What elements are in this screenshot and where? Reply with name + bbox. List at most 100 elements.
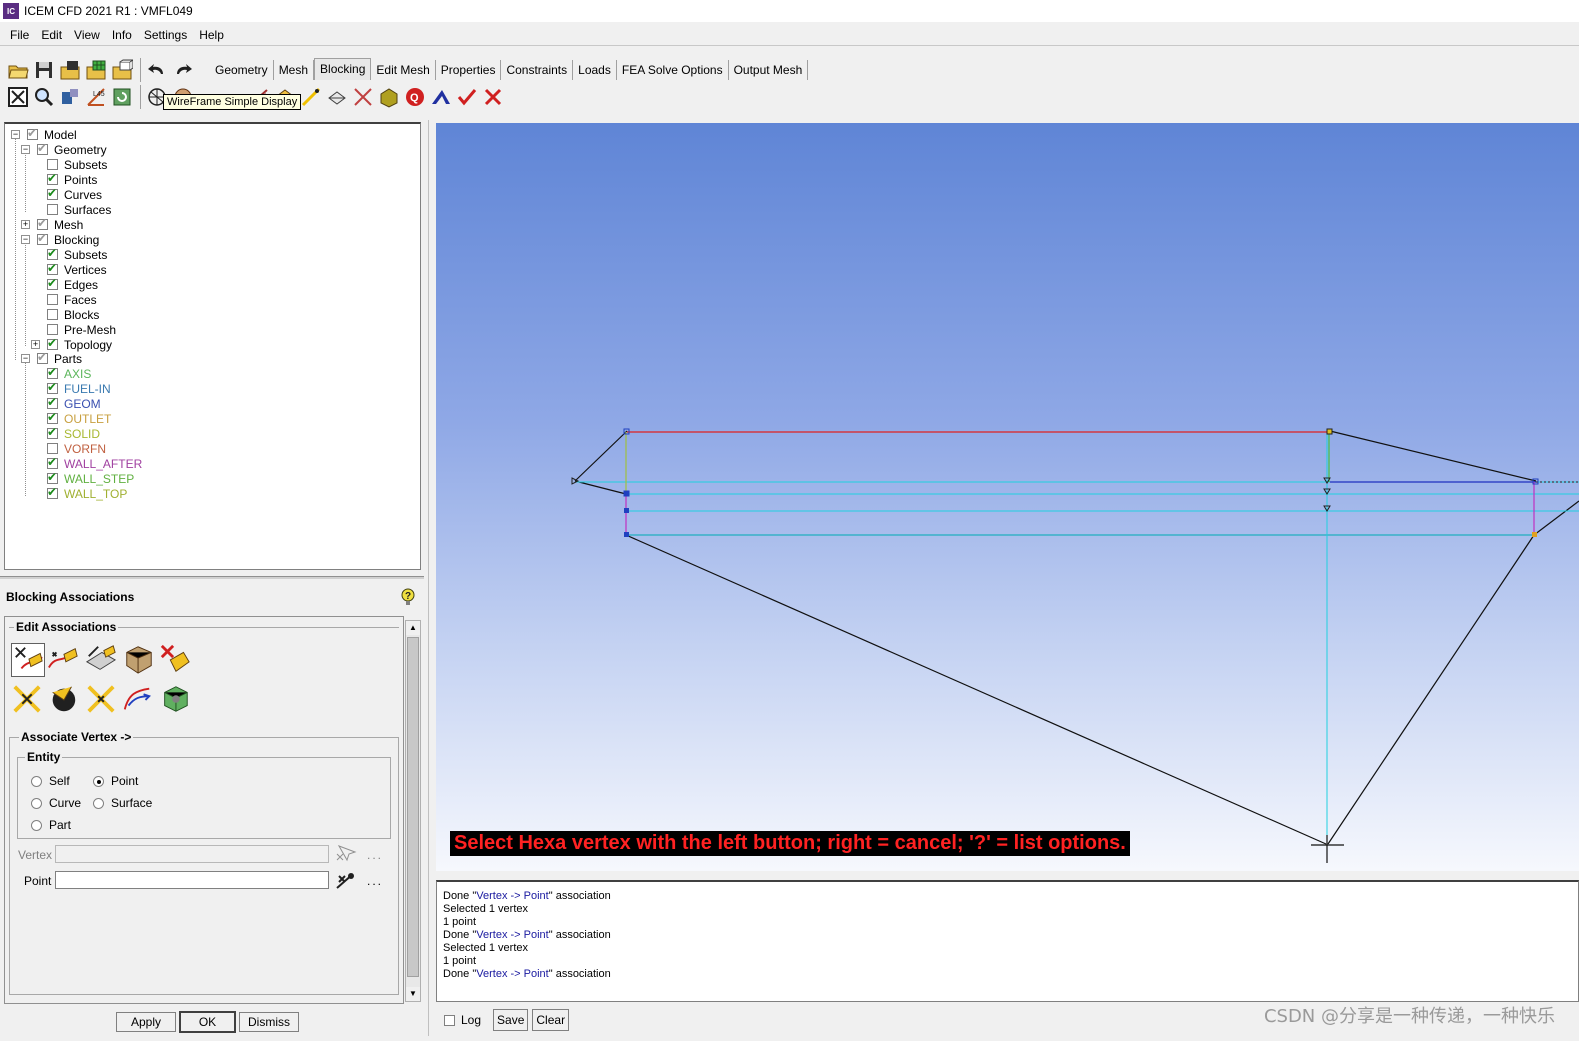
zoom-box-icon[interactable] — [32, 85, 56, 109]
redo-icon[interactable] — [171, 58, 195, 82]
part-checkbox[interactable] — [47, 455, 58, 469]
premesh-checkbox[interactable] — [47, 324, 58, 335]
faces-checkbox[interactable] — [47, 294, 58, 305]
geometry-checkbox[interactable] — [37, 141, 48, 155]
tree-item-parts[interactable]: Parts — [37, 350, 82, 366]
tree-item-blocking[interactable]: Blocking — [37, 231, 99, 247]
tools-icon[interactable] — [351, 85, 375, 109]
part-checkbox[interactable] — [47, 410, 58, 424]
measure-angle-icon[interactable]: L45 — [84, 85, 108, 109]
tree-item-part[interactable]: FUEL-IN — [47, 380, 111, 396]
help-icon[interactable]: ? — [400, 588, 416, 606]
tree-item-geometry-subsets[interactable]: Subsets — [47, 157, 107, 172]
tab-constraints[interactable]: Constraints — [501, 60, 574, 80]
select-vertex-icon[interactable] — [335, 844, 357, 864]
point-more-button[interactable]: ... — [367, 874, 383, 888]
mesh-checkbox[interactable] — [37, 216, 48, 230]
tree-item-part[interactable]: GEOM — [47, 395, 101, 411]
block-color-icon[interactable] — [377, 85, 401, 109]
tree-item-part[interactable]: SOLID — [47, 425, 100, 441]
measure-distance-icon[interactable] — [58, 85, 82, 109]
tree-item-geometry[interactable]: Geometry — [37, 141, 107, 157]
open-geometry-icon[interactable] — [58, 58, 82, 82]
parts-checkbox[interactable] — [37, 350, 48, 364]
part-checkbox[interactable] — [47, 380, 58, 394]
expand-topology-toggle[interactable]: + — [31, 340, 40, 349]
scroll-down-icon[interactable]: ▼ — [406, 987, 420, 1001]
log-checkbox[interactable] — [444, 1014, 455, 1026]
menu-file[interactable]: File — [4, 28, 35, 42]
associate-vertex-icon[interactable] — [11, 643, 45, 677]
entity-curve-radio[interactable]: Curve — [31, 796, 81, 810]
tree-item-mesh[interactable]: Mesh — [37, 216, 83, 232]
tree-item-vertices[interactable]: Vertices — [47, 261, 107, 277]
associate-edge-surface-icon[interactable] — [85, 643, 119, 677]
check-blocks-icon[interactable] — [455, 85, 479, 109]
tree-item-surfaces[interactable]: Surfaces — [47, 202, 111, 217]
open-project-icon[interactable] — [6, 58, 30, 82]
part-checkbox[interactable] — [47, 443, 58, 454]
quality-histogram-icon[interactable]: Q — [403, 85, 427, 109]
ok-button[interactable]: OK — [179, 1011, 236, 1033]
associate-face-surface-icon[interactable] — [123, 643, 157, 677]
delete-blocks-icon[interactable] — [481, 85, 505, 109]
point-field[interactable] — [55, 871, 329, 889]
tree-item-points[interactable]: Points — [47, 171, 97, 187]
tree-item-blocking-subsets[interactable]: Subsets — [47, 246, 107, 262]
entity-self-radio[interactable]: Self — [31, 774, 70, 788]
part-checkbox[interactable] — [47, 470, 58, 484]
tree-item-part[interactable]: WALL_TOP — [47, 485, 127, 501]
scroll-up-icon[interactable]: ▲ — [406, 621, 420, 635]
open-mesh-icon[interactable] — [84, 58, 108, 82]
part-checkbox[interactable] — [47, 485, 58, 499]
pre-mesh-icon[interactable] — [429, 85, 453, 109]
reset-associations-icon[interactable] — [85, 683, 119, 717]
save-project-icon[interactable] — [32, 58, 56, 82]
points-checkbox[interactable] — [47, 171, 58, 185]
select-point-icon[interactable] — [335, 870, 357, 890]
graphics-viewport[interactable] — [436, 123, 1579, 871]
cut-plane-icon[interactable] — [325, 85, 349, 109]
tab-properties[interactable]: Properties — [436, 60, 502, 80]
associate-edge-curve-icon[interactable] — [47, 643, 81, 677]
model-checkbox[interactable] — [27, 126, 38, 140]
part-checkbox[interactable] — [47, 425, 58, 439]
tree-item-edges[interactable]: Edges — [47, 276, 98, 292]
blocking-checkbox[interactable] — [37, 231, 48, 245]
tab-loads[interactable]: Loads — [573, 60, 617, 80]
expand-blocking-toggle[interactable]: − — [21, 235, 30, 244]
open-blocking-icon[interactable] — [110, 58, 134, 82]
panel-scrollbar[interactable]: ▲ ▼ — [405, 620, 421, 1002]
tab-blocking[interactable]: Blocking — [314, 58, 372, 80]
entity-point-radio[interactable]: Point — [93, 774, 138, 788]
subsets-checkbox[interactable] — [47, 246, 58, 260]
menu-edit[interactable]: Edit — [35, 28, 68, 42]
vertex-more-button[interactable]: ... — [367, 848, 383, 862]
group-curves-icon[interactable] — [121, 683, 155, 717]
tree-item-topology[interactable]: Topology — [47, 336, 112, 352]
refresh-icon[interactable] — [110, 85, 134, 109]
menu-view[interactable]: View — [68, 28, 106, 42]
auto-associate-icon[interactable] — [159, 683, 193, 717]
entity-part-radio[interactable]: Part — [31, 818, 71, 832]
fit-window-icon[interactable] — [6, 85, 30, 109]
tab-output-mesh[interactable]: Output Mesh — [729, 60, 809, 80]
apply-button[interactable]: Apply — [116, 1012, 176, 1032]
part-checkbox[interactable] — [47, 365, 58, 379]
curves-checkbox[interactable] — [47, 186, 58, 200]
tree-item-blocks[interactable]: Blocks — [47, 307, 99, 322]
clear-log-button[interactable]: Clear — [532, 1009, 570, 1031]
vertices-checkbox[interactable] — [47, 261, 58, 275]
surfaces-checkbox[interactable] — [47, 204, 58, 215]
expand-parts-toggle[interactable]: − — [21, 354, 30, 363]
tab-geometry[interactable]: Geometry — [210, 60, 274, 80]
subsets-checkbox[interactable] — [47, 159, 58, 170]
tree-item-curves[interactable]: Curves — [47, 186, 102, 202]
tree-item-premesh[interactable]: Pre-Mesh — [47, 322, 116, 337]
expand-mesh-toggle[interactable]: + — [21, 220, 30, 229]
entity-surface-radio[interactable]: Surface — [93, 796, 152, 810]
tree-item-faces[interactable]: Faces — [47, 292, 97, 307]
tree-item-part[interactable]: VORFN — [47, 441, 106, 456]
viewport-splitter[interactable] — [428, 120, 434, 1036]
menu-info[interactable]: Info — [106, 28, 138, 42]
